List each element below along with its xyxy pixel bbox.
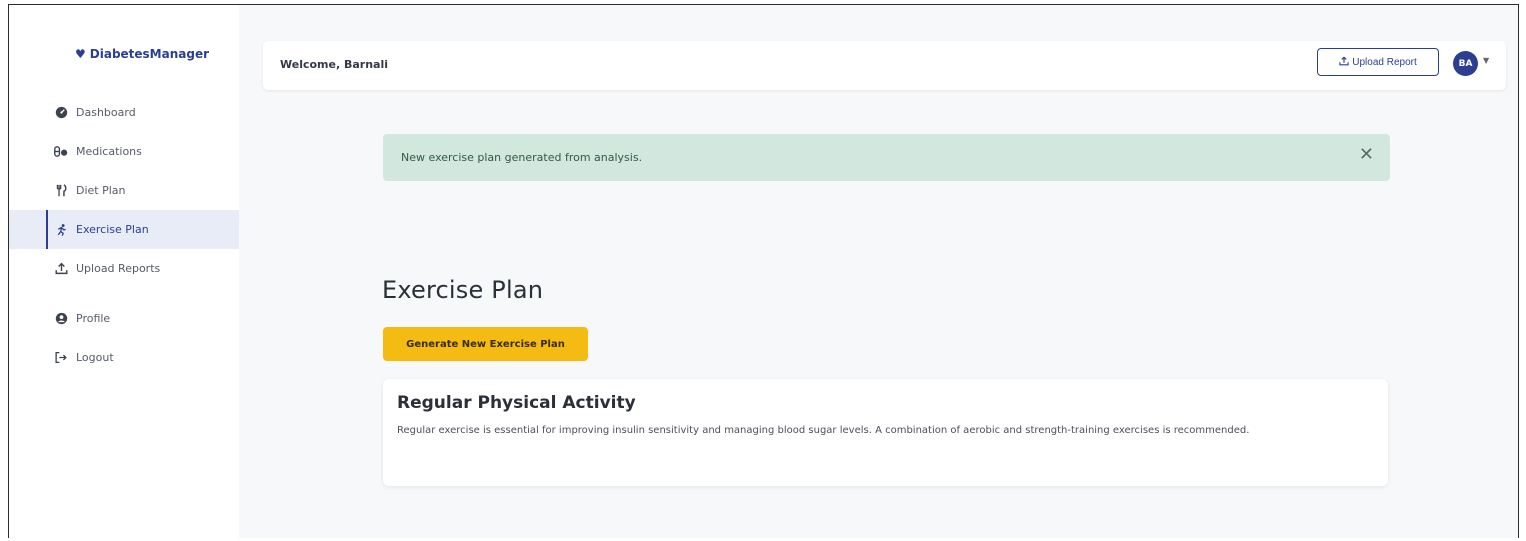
main-content: Welcome, Barnali Upload Report BA ▼ New … xyxy=(239,5,1518,538)
sidebar-item-exercise-plan[interactable]: Exercise Plan xyxy=(9,210,239,249)
page-title: Exercise Plan xyxy=(382,276,544,304)
sidebar-item-label: Diet Plan xyxy=(76,184,126,197)
top-bar: Welcome, Barnali Upload Report BA ▼ xyxy=(263,41,1506,90)
welcome-text: Welcome, Barnali xyxy=(280,58,389,71)
sidebar-item-label: Dashboard xyxy=(76,106,136,119)
sidebar-item-logout[interactable]: Logout xyxy=(9,338,239,377)
exercise-card: Regular Physical Activity Regular exerci… xyxy=(383,379,1388,486)
upload-report-label: Upload Report xyxy=(1352,56,1417,68)
sidebar-item-diet-plan[interactable]: Diet Plan xyxy=(9,171,239,210)
chevron-down-icon[interactable]: ▼ xyxy=(1483,56,1489,65)
brand-name: DiabetesManager xyxy=(89,47,210,61)
upload-icon xyxy=(1339,55,1349,69)
upload-icon xyxy=(54,262,68,276)
sidebar-item-label: Logout xyxy=(76,351,114,364)
dashboard-icon xyxy=(54,106,68,120)
alert-message: New exercise plan generated from analysi… xyxy=(401,151,643,164)
sidebar-item-label: Medications xyxy=(76,145,142,158)
logout-icon xyxy=(54,351,68,365)
brand-logo[interactable]: ♥ DiabetesManager xyxy=(75,47,209,61)
running-icon xyxy=(54,223,68,237)
success-alert: New exercise plan generated from analysi… xyxy=(383,134,1390,181)
sidebar-item-label: Exercise Plan xyxy=(76,223,149,236)
card-description: Regular exercise is essential for improv… xyxy=(397,425,1250,436)
utensils-icon xyxy=(54,184,68,198)
user-circle-icon xyxy=(54,312,68,326)
avatar[interactable]: BA xyxy=(1453,51,1478,76)
sidebar-item-profile[interactable]: Profile xyxy=(9,299,239,338)
sidebar-item-dashboard[interactable]: Dashboard xyxy=(9,93,239,132)
sidebar-nav: Dashboard Medications Diet Plan Exercise… xyxy=(9,93,239,377)
app-window: ♥ DiabetesManager Dashboard Medications xyxy=(8,4,1519,538)
close-icon[interactable]: ✕ xyxy=(1359,146,1374,164)
upload-report-button[interactable]: Upload Report xyxy=(1317,48,1439,76)
sidebar-item-label: Upload Reports xyxy=(76,262,161,275)
pills-icon xyxy=(54,145,68,159)
generate-exercise-plan-button[interactable]: Generate New Exercise Plan xyxy=(383,327,588,361)
card-title: Regular Physical Activity xyxy=(397,393,636,413)
sidebar: ♥ DiabetesManager Dashboard Medications xyxy=(9,5,239,538)
sidebar-item-upload-reports[interactable]: Upload Reports xyxy=(9,249,239,288)
sidebar-item-medications[interactable]: Medications xyxy=(9,132,239,171)
heart-pulse-icon: ♥ xyxy=(75,47,86,61)
sidebar-item-label: Profile xyxy=(76,312,111,325)
